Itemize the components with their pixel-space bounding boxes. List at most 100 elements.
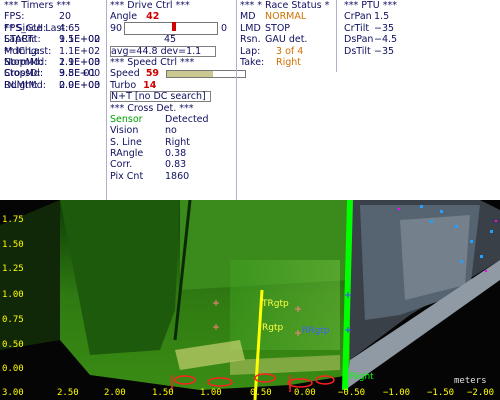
nt-text: N+T [no DC search] bbox=[110, 91, 211, 103]
cross-det-row: S. Line Right bbox=[110, 137, 234, 148]
camera-view: 1.75 1.50 1.25 1.00 0.75 0.50 3.00 2.50 … bbox=[0, 200, 500, 400]
angle-slider[interactable] bbox=[124, 21, 218, 36]
x-tick: 2.50 bbox=[57, 388, 79, 398]
timer-value: 20 bbox=[59, 11, 72, 23]
cross-det-value: 0.38 bbox=[165, 148, 187, 160]
x-tick: −1.50 bbox=[427, 388, 455, 398]
y-tick: 0.00 bbox=[2, 364, 24, 374]
in-last-key: RdMtMd: bbox=[4, 79, 46, 91]
timer-value: 4.65 bbox=[59, 22, 81, 34]
speed-bar-fill bbox=[167, 70, 214, 77]
x-tick: −1.00 bbox=[383, 388, 411, 398]
right-label: Right bbox=[350, 372, 374, 382]
lap-value: 3 of 4 bbox=[276, 45, 304, 57]
detected-label: Detected bbox=[165, 113, 209, 125]
cross-det-row: Corr. 0.83 bbox=[110, 159, 234, 170]
column-divider bbox=[106, 0, 107, 200]
ptu-header: *** PTU *** bbox=[344, 0, 398, 11]
cross-det-key: S. Line bbox=[110, 136, 142, 148]
timers-column: *** Timers *** FPS: 20 FPS_GUI: 4.65 START: 1… bbox=[4, 0, 104, 200]
in-last-value: 2.9E+03 bbox=[59, 56, 101, 68]
in-last-key: StopMd: bbox=[4, 68, 44, 80]
avg-dev-box: avg=44.8 dev=1.1 bbox=[110, 45, 234, 57]
timer-key: FPS: bbox=[4, 11, 25, 23]
ptu-key: DsPan bbox=[344, 34, 374, 46]
x-tick: 1.00 bbox=[200, 388, 222, 398]
y-tick: 1.25 bbox=[2, 264, 24, 274]
ptu-key: DsTilt bbox=[344, 45, 371, 57]
y-tick: 1.00 bbox=[2, 290, 24, 300]
lap-label: Lap: bbox=[240, 45, 261, 57]
status-panel: *** Timers *** FPS: 20 FPS_GUI: 4.65 START: 1… bbox=[0, 0, 500, 200]
take-label: Take: bbox=[240, 56, 265, 68]
ptu-column: *** PTU *** CrPan 1.5 CrTilt −35 DsPan −4.5 Ds… bbox=[344, 0, 494, 200]
lmd-row: LMD STOP bbox=[240, 23, 340, 34]
x-tick: 0.00 bbox=[294, 388, 316, 398]
column-divider bbox=[336, 0, 337, 72]
ptu-value: −35 bbox=[374, 22, 395, 34]
avg-dev-text: avg=44.8 dev=1.1 bbox=[110, 45, 217, 57]
sensor-label: Sensor bbox=[110, 113, 143, 125]
since-last-key: LapCnt: bbox=[4, 34, 41, 46]
turbo-row: Turbo 14 bbox=[110, 80, 234, 91]
in-last-row: NormMd: 2.9E+03 bbox=[4, 57, 104, 68]
rgtp-label: Rgtp bbox=[262, 323, 284, 333]
ptu-key: CrPan bbox=[344, 11, 372, 23]
turbo-value: 14 bbox=[143, 79, 157, 91]
lap-row: Lap: 3 of 4 bbox=[240, 46, 340, 57]
since-last-row: LapCnt: 9.5E+00 bbox=[4, 34, 104, 45]
y-tick: 0.75 bbox=[2, 315, 24, 325]
md-label: MD bbox=[240, 11, 256, 23]
x-tick: 1.50 bbox=[152, 388, 174, 398]
x-tick: −2.00 bbox=[467, 388, 495, 398]
sensor-row: Sensor Detected bbox=[110, 114, 234, 125]
cross-det-key: Vision bbox=[110, 125, 139, 137]
angle-value: 42 bbox=[146, 11, 160, 23]
ptu-row: CrTilt −35 bbox=[344, 23, 494, 34]
y-tick: 1.50 bbox=[2, 240, 24, 250]
cross-det-key: Pix Cnt bbox=[110, 170, 144, 182]
cross-det-row: RAngle 0.38 bbox=[110, 148, 234, 159]
x-tick: −0.50 bbox=[338, 388, 366, 398]
timers-header: *** Timers *** bbox=[4, 0, 71, 11]
speed-row: Speed 59 bbox=[110, 68, 247, 80]
drive-ctrl-header: *** Drive Ctrl *** bbox=[110, 0, 190, 11]
x-tick: 2.00 bbox=[104, 388, 126, 398]
x-tick: 3.00 bbox=[2, 388, 24, 398]
units-label: meters bbox=[454, 376, 487, 386]
in-last-value: 9.5E+00 bbox=[59, 68, 101, 80]
cross-det-row: Vision no bbox=[110, 125, 234, 136]
md-row: MD NORMAL bbox=[240, 11, 340, 22]
slider-max-label: 0 bbox=[221, 22, 228, 34]
timer-row: FPS: 20 bbox=[4, 11, 104, 22]
y-tick: 0.50 bbox=[2, 340, 24, 350]
turbo-label: Turbo bbox=[110, 79, 137, 91]
speed-label: Speed bbox=[110, 68, 140, 80]
cross-det-value: Right bbox=[165, 136, 191, 148]
since-last-value: 9.5E+00 bbox=[59, 34, 101, 46]
rsn-label: Rsn. bbox=[240, 34, 261, 46]
race-column: *** * Race Status * MD NORMAL LMD STOP R… bbox=[240, 0, 340, 200]
cross-det-key: Corr. bbox=[110, 159, 133, 171]
ptu-value: −4.5 bbox=[374, 34, 398, 46]
speed-value: 59 bbox=[145, 68, 160, 80]
angle-label: Angle bbox=[110, 11, 138, 23]
since-last-value: 1.1E+02 bbox=[59, 45, 101, 57]
md-value: NORMAL bbox=[265, 11, 307, 23]
slider-min-label: 90 bbox=[110, 22, 123, 34]
race-status-title: * Race Status * bbox=[257, 0, 330, 11]
camera-image bbox=[0, 200, 500, 400]
lmd-label: LMD bbox=[240, 22, 261, 34]
ptu-row: DsTilt −35 bbox=[344, 46, 494, 57]
nt-box: N+T [no DC search] bbox=[110, 91, 234, 103]
since-last-header: ** Since Last: bbox=[4, 22, 69, 34]
slider-mid-label: 45 bbox=[164, 34, 177, 46]
angle-slider-row: 90 0 bbox=[110, 21, 234, 36]
rsn-value: GAU det. bbox=[265, 34, 308, 46]
speed-ctrl-header: *** Speed Ctrl *** bbox=[110, 56, 195, 68]
trgtp-label: TRgtp bbox=[262, 299, 289, 309]
drive-column: *** Drive Ctrl *** Angle 42 90 0 45 avg=… bbox=[110, 0, 247, 200]
rsn-row: Rsn. GAU det. bbox=[240, 34, 340, 45]
slider-thumb[interactable] bbox=[171, 21, 176, 31]
rrgtp-label: RRgtp bbox=[302, 326, 330, 336]
